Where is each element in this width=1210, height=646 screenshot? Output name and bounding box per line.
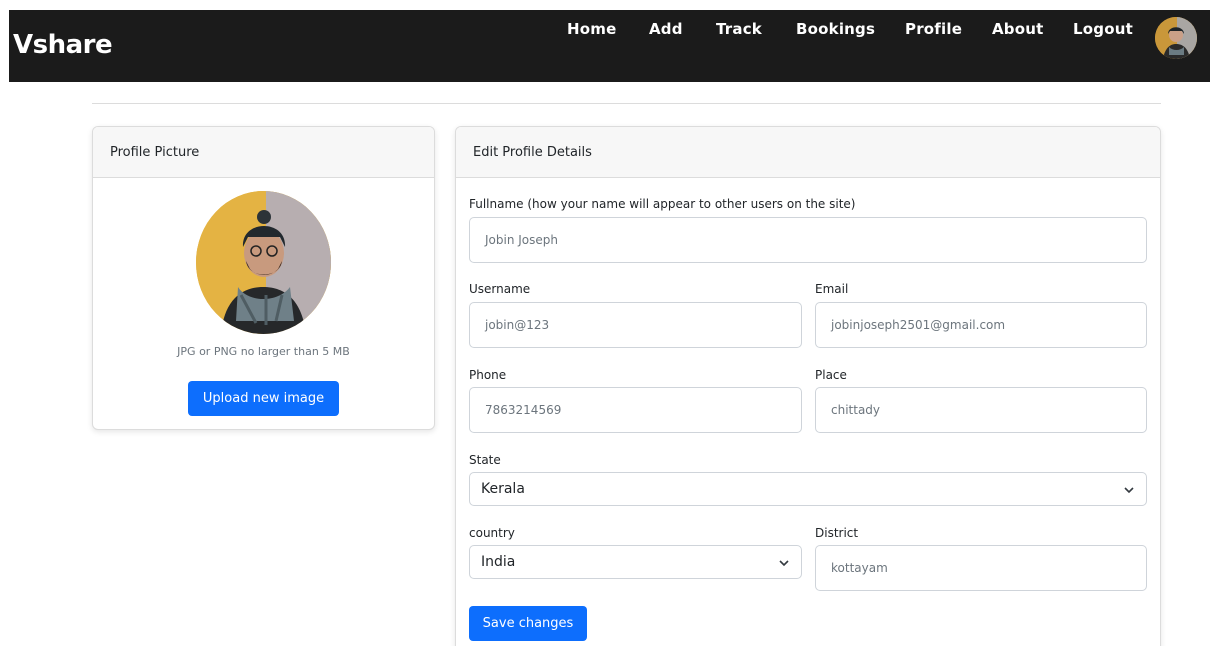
- nav-link-add[interactable]: Add: [649, 20, 683, 38]
- country-selected-value: India: [481, 554, 516, 570]
- username-input[interactable]: jobin@123: [469, 302, 802, 348]
- district-input[interactable]: kottayam: [815, 545, 1147, 591]
- profile-picture-card: Profile Picture JPG or PNG no larger tha…: [92, 126, 435, 430]
- place-input[interactable]: chittady: [815, 387, 1147, 433]
- country-label: country: [469, 526, 515, 540]
- state-label: State: [469, 453, 501, 467]
- phone-input[interactable]: 7863214569: [469, 387, 802, 433]
- nav-link-logout[interactable]: Logout: [1073, 20, 1133, 38]
- email-label: Email: [815, 282, 849, 296]
- email-input[interactable]: jobinjoseph2501@gmail.com: [815, 302, 1147, 348]
- upload-hint-text: JPG or PNG no larger than 5 MB: [177, 345, 350, 358]
- state-selected-value: Kerala: [481, 481, 525, 497]
- state-select[interactable]: Kerala: [469, 472, 1147, 506]
- profile-avatar-image: [196, 191, 331, 334]
- district-label: District: [815, 526, 859, 540]
- save-changes-button[interactable]: Save changes: [469, 606, 587, 641]
- phone-label: Phone: [469, 368, 507, 382]
- fullname-label: Fullname (how your name will appear to o…: [469, 197, 856, 211]
- username-label: Username: [469, 282, 531, 296]
- fullname-input[interactable]: Jobin Joseph: [469, 217, 1147, 263]
- nav-link-track[interactable]: Track: [716, 20, 762, 38]
- chevron-down-icon: [779, 560, 789, 567]
- nav-link-bookings[interactable]: Bookings: [796, 20, 875, 38]
- divider: [92, 103, 1161, 104]
- user-avatar-icon[interactable]: [1155, 17, 1197, 59]
- country-select[interactable]: India: [469, 545, 802, 579]
- nav-link-profile[interactable]: Profile: [905, 20, 962, 38]
- chevron-down-icon: [1124, 487, 1134, 494]
- upload-image-button[interactable]: Upload new image: [188, 381, 339, 416]
- nav-link-about[interactable]: About: [992, 20, 1044, 38]
- edit-profile-card: Edit Profile Details Fullname (how your …: [455, 126, 1161, 646]
- place-label: Place: [815, 368, 847, 382]
- brand-logo[interactable]: Vshare: [13, 30, 113, 60]
- nav-link-home[interactable]: Home: [567, 20, 616, 38]
- top-navbar: Vshare Home Add Track Bookings Profile A…: [9, 10, 1210, 82]
- edit-profile-header: Edit Profile Details: [456, 127, 1160, 178]
- profile-picture-header: Profile Picture: [93, 127, 434, 178]
